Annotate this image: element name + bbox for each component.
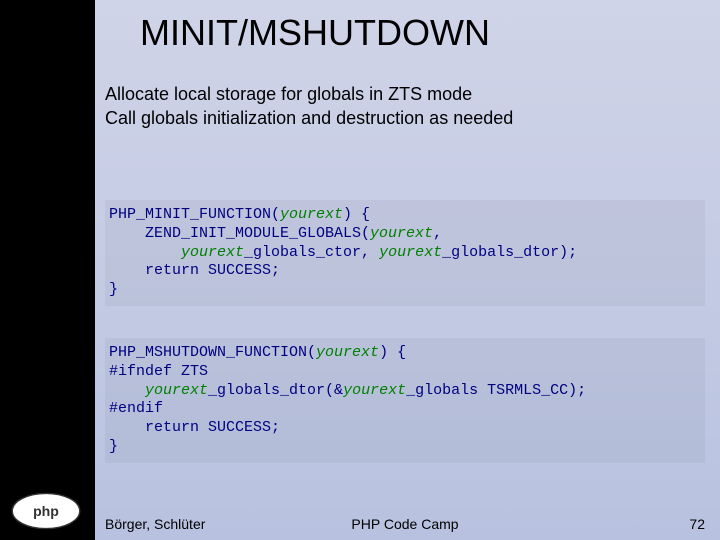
footer-page: 72: [689, 516, 705, 532]
bullet-list: Allocate local storage for globals in ZT…: [105, 82, 513, 131]
slide-title: MINIT/MSHUTDOWN: [140, 12, 490, 54]
slide-footer: Börger, Schlüter PHP Code Camp 72: [105, 516, 705, 532]
code-block-mshutdown: PHP_MSHUTDOWN_FUNCTION(yourext) { #ifnde…: [105, 338, 705, 463]
bullet-item: Allocate local storage for globals in ZT…: [105, 82, 513, 106]
php-logo-icon: php: [10, 492, 82, 530]
svg-text:php: php: [33, 503, 59, 519]
code-block-minit: PHP_MINIT_FUNCTION(yourext) { ZEND_INIT_…: [105, 200, 705, 306]
checkbox-icon: ☑: [24, 113, 38, 133]
footer-title: PHP Code Camp: [351, 516, 458, 532]
bullet-item: Call globals initialization and destruct…: [105, 106, 513, 130]
checkbox-icon: ☑: [24, 85, 38, 105]
bullet-checks: ☑ ☑: [24, 85, 38, 141]
sidebar-black: [0, 0, 95, 540]
footer-authors: Börger, Schlüter: [105, 516, 205, 532]
